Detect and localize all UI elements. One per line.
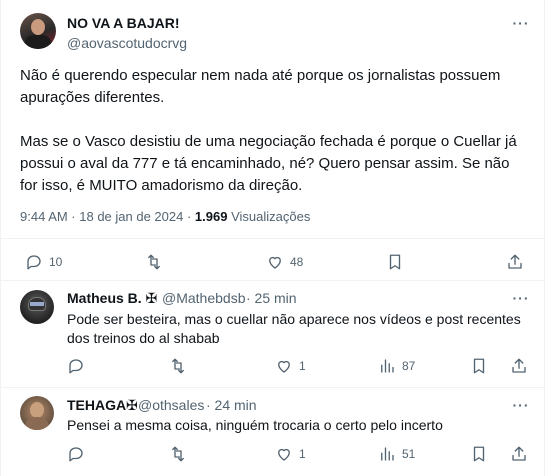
like-count: 1 [299, 447, 306, 461]
divider [1, 387, 545, 388]
views-button[interactable]: 87 [378, 357, 415, 375]
reply-icon [69, 447, 83, 462]
tweet-meta: 9:44 AM · 18 de jan de 2024 · 1.969 Visu… [20, 209, 310, 224]
avatar-body [24, 35, 52, 49]
like-count: 48 [290, 255, 304, 269]
retweet-button[interactable] [145, 253, 163, 271]
heart-icon [278, 448, 290, 461]
reply-author-name[interactable]: Matheus B. ✠ [67, 290, 157, 307]
reply-time[interactable]: · 25 min [246, 290, 297, 306]
share-icon [508, 254, 522, 269]
views-bar-icon [381, 447, 394, 461]
divider [1, 280, 545, 281]
bookmark-icon [473, 358, 485, 374]
share-button[interactable] [510, 357, 528, 375]
reply-button[interactable]: 10 [25, 253, 62, 271]
reply-icon [69, 359, 83, 374]
retweet-icon [172, 446, 184, 462]
reply-time[interactable]: · 24 min [206, 397, 257, 413]
reply-count: 10 [49, 255, 63, 269]
bookmark-button[interactable] [386, 253, 404, 271]
retweet-icon [172, 358, 184, 374]
tweet-timestamp[interactable]: 9:44 AM · 18 de jan de 2024 · [20, 209, 191, 224]
bookmark-button[interactable] [470, 445, 488, 463]
avatar-face [31, 19, 45, 35]
reply-author-handle[interactable]: @othsales [138, 397, 204, 413]
views-count: 51 [402, 447, 416, 461]
like-button[interactable]: 1 [275, 445, 306, 463]
bookmark-button[interactable] [470, 357, 488, 375]
divider [1, 238, 545, 239]
retweet-button[interactable] [169, 357, 187, 375]
heart-icon [269, 256, 281, 269]
retweet-icon [148, 254, 160, 270]
share-button[interactable] [506, 253, 524, 271]
reply-icon [27, 255, 41, 270]
reply-author-name[interactable]: TEHAGA✠ [67, 397, 138, 414]
avatar-visor [30, 302, 44, 306]
tweet-paragraph-1: Não é querendo especular nem nada até po… [20, 67, 501, 106]
author-avatar[interactable] [20, 13, 56, 49]
author-handle[interactable]: @aovascotudocrvg [67, 35, 187, 51]
views-label: Visualizações [231, 209, 311, 224]
tweet-thread: NO VA A BAJAR! @aovascotudocrvg ··· Não … [0, 0, 545, 476]
views-count: 1.969 [194, 209, 228, 224]
like-button[interactable]: 48 [266, 253, 303, 271]
avatar-face [30, 402, 44, 418]
reply-text: Pensei a mesma coisa, ninguém trocaria o… [67, 417, 443, 433]
share-icon [512, 446, 526, 461]
heart-icon [278, 360, 290, 373]
more-options-icon[interactable]: ··· [512, 291, 530, 311]
reply-avatar[interactable] [20, 290, 54, 324]
reply-avatar[interactable] [20, 396, 54, 430]
bookmark-icon [473, 446, 485, 462]
views-button[interactable]: 51 [378, 445, 415, 463]
retweet-button[interactable] [169, 445, 187, 463]
reply-button[interactable] [67, 357, 85, 375]
avatar-torso [25, 417, 49, 430]
reply-text: Pode ser besteira, mas o cuellar não apa… [67, 311, 521, 346]
like-button[interactable]: 1 [275, 357, 306, 375]
share-icon [512, 358, 526, 373]
bookmark-icon [389, 254, 401, 270]
author-name[interactable]: NO VA A BAJAR! [67, 15, 180, 31]
tweet-paragraph-2: Mas se o Vasco desistiu de uma negociaçã… [20, 133, 517, 194]
like-count: 1 [299, 359, 306, 373]
views-count: 87 [402, 359, 416, 373]
reply-author-handle[interactable]: @Mathebdsb [162, 290, 245, 306]
views-bar-icon [381, 359, 394, 373]
reply-button[interactable] [67, 445, 85, 463]
more-options-icon[interactable]: ··· [512, 16, 530, 36]
tweet-actions: 10 48 [1, 246, 545, 278]
share-button[interactable] [510, 445, 528, 463]
